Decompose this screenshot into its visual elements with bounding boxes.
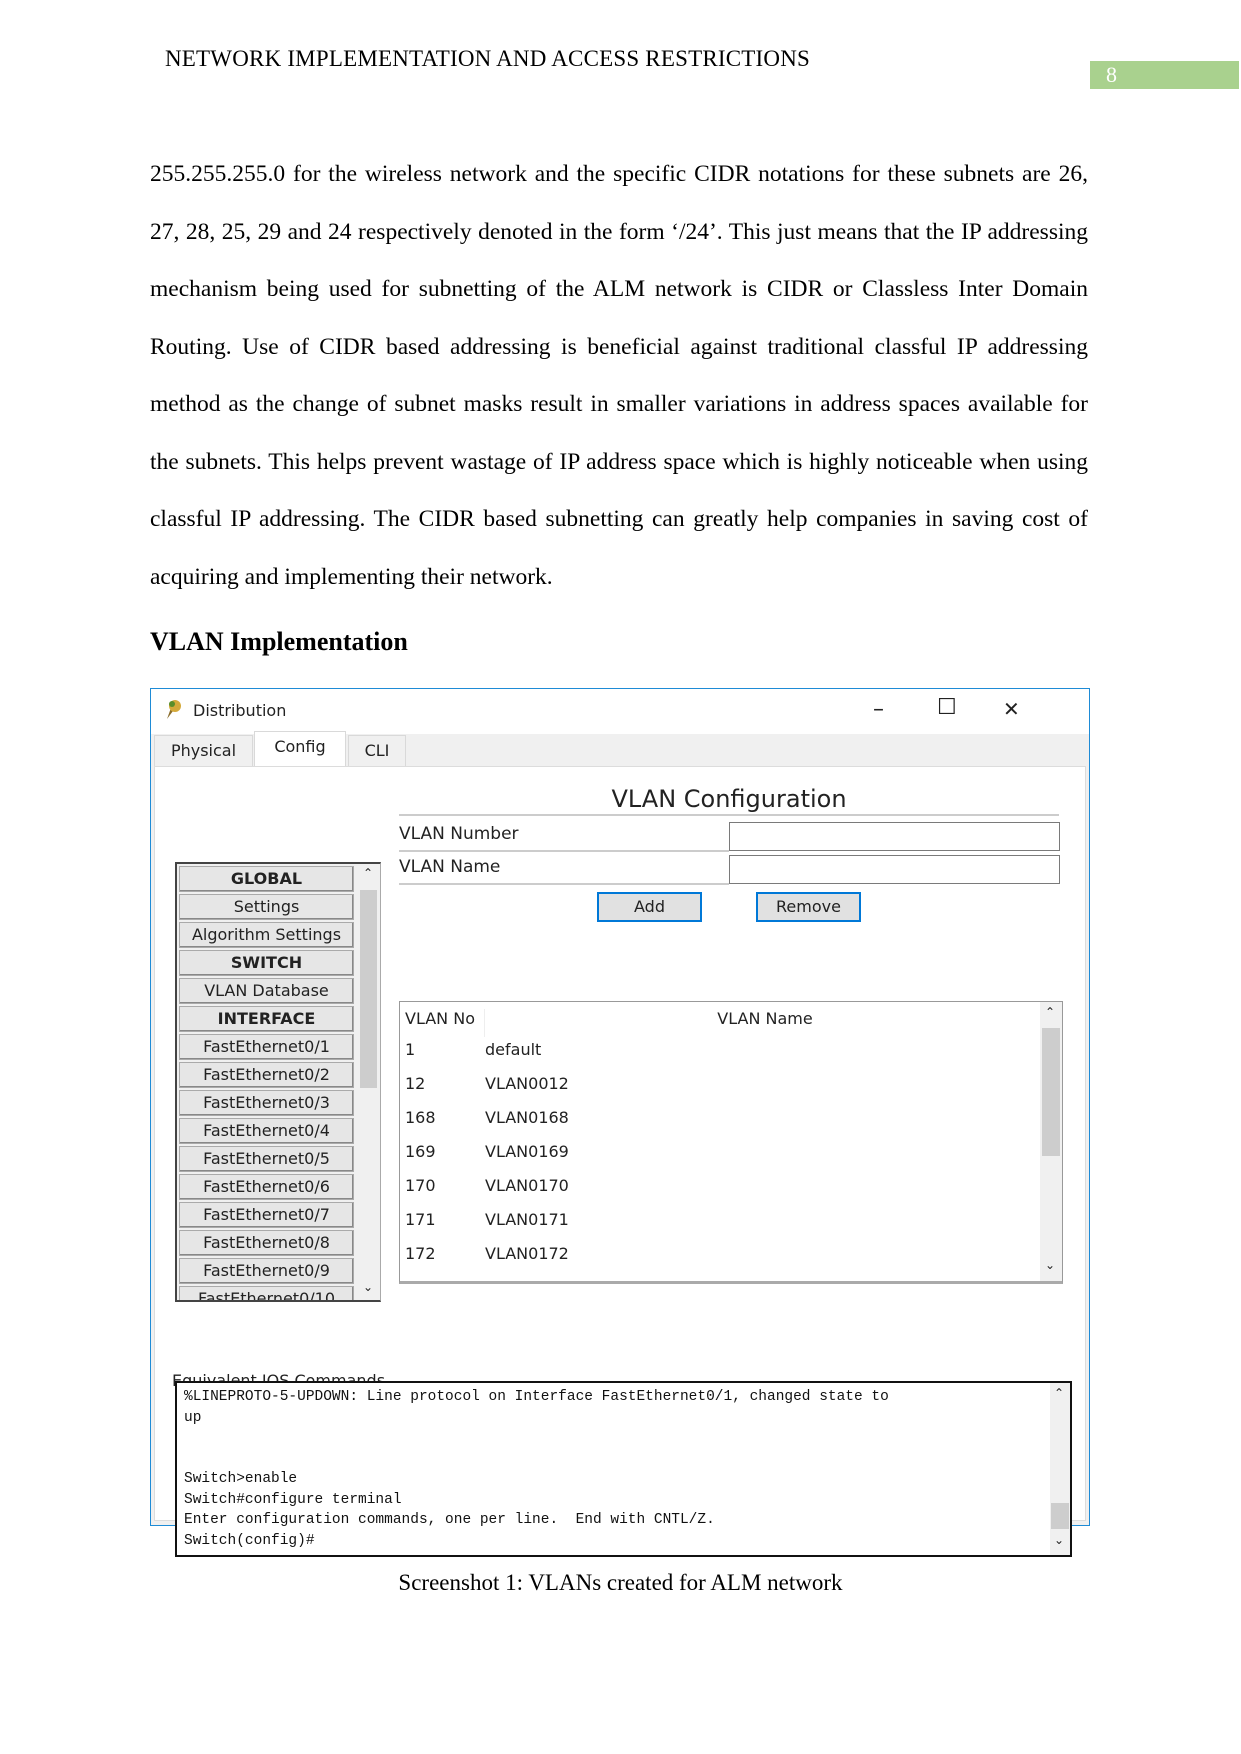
vlan-no-cell[interactable]: 1	[405, 1040, 415, 1059]
scrollbar-thumb[interactable]	[1042, 1028, 1060, 1156]
vlan-number-label: VLAN Number	[399, 824, 729, 852]
ios-commands-output[interactable]: ⌃ ⌄ %LINEPROTO-5-UPDOWN: Line protocol o…	[175, 1381, 1072, 1557]
vlan-no-cell[interactable]: 12	[405, 1074, 425, 1093]
sidebar-item[interactable]: Algorithm Settings	[179, 922, 354, 948]
vlan-name-label: VLAN Name	[399, 857, 729, 885]
vlan-name-cell[interactable]: VLAN0170	[485, 1176, 569, 1195]
scroll-down-icon[interactable]: ⌄	[363, 1280, 373, 1294]
scroll-up-icon[interactable]: ⌃	[1054, 1386, 1064, 1400]
sidebar-item[interactable]: Settings	[179, 894, 354, 920]
sidebar-item[interactable]: FastEthernet0/4	[179, 1118, 354, 1144]
vlan-name-cell[interactable]: VLAN0012	[485, 1074, 569, 1093]
ios-line: up	[184, 1409, 202, 1426]
sidebar-item[interactable]: FastEthernet0/8	[179, 1230, 354, 1256]
remove-button[interactable]: Remove	[756, 892, 861, 922]
tab-cli[interactable]: CLI	[348, 735, 406, 766]
page-number: 8	[1090, 61, 1239, 89]
scroll-up-icon[interactable]: ⌃	[363, 866, 373, 880]
sidebar-item[interactable]: VLAN Database	[179, 978, 354, 1004]
sidebar-item[interactable]: GLOBAL	[179, 866, 354, 892]
window-title: Distribution	[193, 701, 287, 720]
sidebar-scrollbar[interactable]: ⌃ ⌄	[356, 864, 380, 1300]
vlan-no-cell[interactable]: 171	[405, 1210, 436, 1229]
scroll-up-icon[interactable]: ⌃	[1045, 1005, 1055, 1019]
sidebar-item[interactable]: FastEthernet0/10	[179, 1286, 354, 1300]
add-button[interactable]: Add	[597, 892, 702, 922]
ios-line: Switch>enable	[184, 1471, 298, 1487]
vlan-table: VLAN No VLAN Name ⌃ ⌄ 1 default 12 VLAN0012…	[399, 1001, 1063, 1284]
sidebar-item[interactable]: FastEthernet0/1	[179, 1034, 354, 1060]
device-icon	[163, 699, 183, 721]
table-scrollbar[interactable]: ⌃ ⌄	[1040, 1002, 1062, 1281]
sidebar-item[interactable]: FastEthernet0/9	[179, 1258, 354, 1284]
maximize-button[interactable]: ☐	[937, 695, 957, 720]
body-paragraph: 255.255.255.0 for the wireless network a…	[150, 161, 1088, 590]
sidebar-item[interactable]: FastEthernet0/2	[179, 1062, 354, 1088]
vlan-name-cell[interactable]: VLAN0171	[485, 1210, 569, 1229]
vlan-no-cell[interactable]: 169	[405, 1142, 436, 1161]
sidebar-item[interactable]: FastEthernet0/3	[179, 1090, 354, 1116]
ios-scrollbar[interactable]: ⌃ ⌄	[1050, 1383, 1070, 1555]
vlan-no-cell[interactable]: 170	[405, 1176, 436, 1195]
scrollbar-thumb[interactable]	[1051, 1503, 1069, 1529]
close-button[interactable]: ✕	[1003, 697, 1020, 721]
vlan-name-cell[interactable]: VLAN0172	[485, 1244, 569, 1263]
sidebar-list: ⌃ ⌄ GLOBAL Settings Algorithm Settings SWIT…	[175, 862, 381, 1302]
scroll-down-icon[interactable]: ⌄	[1045, 1258, 1055, 1272]
sidebar-item[interactable]: FastEthernet0/6	[179, 1174, 354, 1200]
sidebar-item[interactable]: FastEthernet0/7	[179, 1202, 354, 1228]
minimize-button[interactable]: –	[873, 697, 884, 722]
scroll-down-icon[interactable]: ⌄	[1054, 1533, 1064, 1547]
section-heading: VLAN Implementation	[150, 627, 408, 656]
column-header-vlan-no[interactable]: VLAN No	[405, 1009, 485, 1037]
config-panel: ⌃ ⌄ GLOBAL Settings Algorithm Settings SWIT…	[154, 766, 1086, 1557]
vlan-name-cell[interactable]: default	[485, 1040, 541, 1059]
ios-line: Enter configuration commands, one per li…	[184, 1512, 715, 1528]
sidebar-item[interactable]: FastEthernet0/5	[179, 1146, 354, 1172]
vlan-name-cell[interactable]: VLAN0168	[485, 1108, 569, 1127]
scrollbar-thumb[interactable]	[360, 890, 377, 1088]
ios-line: Switch#configure terminal	[184, 1491, 402, 1508]
ios-line: Switch(config)#	[184, 1532, 315, 1549]
tab-physical[interactable]: Physical	[154, 735, 253, 766]
sidebar-item[interactable]: SWITCH	[179, 950, 354, 976]
vlan-no-cell[interactable]: 168	[405, 1108, 436, 1127]
vlan-name-cell[interactable]: VLAN0169	[485, 1142, 569, 1161]
distribution-window: Distribution – ☐ ✕ Physical Config CLI ⌃…	[150, 688, 1090, 1557]
title-bar: Distribution – ☐ ✕	[151, 689, 1089, 734]
figure-caption: Screenshot 1: VLANs created for ALM netw…	[398, 1570, 843, 1595]
vlan-config-title: VLAN Configuration	[399, 785, 1059, 816]
tab-config[interactable]: Config	[254, 731, 346, 767]
sidebar-item[interactable]: INTERFACE	[179, 1006, 354, 1032]
vlan-no-cell[interactable]: 172	[405, 1244, 436, 1263]
column-header-vlan-name[interactable]: VLAN Name	[485, 1009, 1045, 1028]
vlan-name-input[interactable]	[729, 855, 1060, 884]
running-header: NETWORK IMPLEMENTATION AND ACCESS RESTRI…	[165, 46, 810, 71]
ios-line: %LINEPROTO-5-UPDOWN: Line protocol on In…	[184, 1389, 889, 1405]
vlan-number-input[interactable]	[729, 822, 1060, 851]
